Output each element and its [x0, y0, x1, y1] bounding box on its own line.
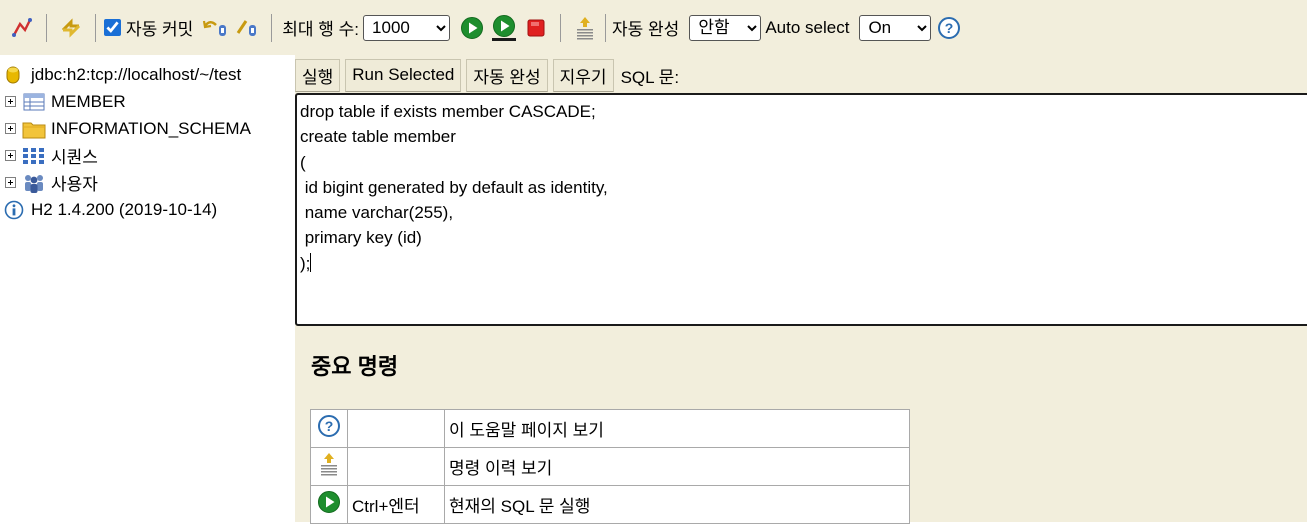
users-icon [22, 172, 46, 194]
text-caret [310, 252, 312, 272]
run-icon[interactable] [458, 13, 486, 43]
help-row-key [347, 409, 445, 448]
help-title: 중요 명령 [311, 354, 399, 379]
editor-line: name varchar(255), [300, 203, 454, 223]
tree-connection[interactable]: jdbc:h2:tcp://localhost/~/test [0, 61, 295, 88]
clear-button[interactable]: 지우기 [552, 58, 614, 92]
table-icon [22, 91, 46, 113]
toolbar: 자동 커밋 최대 행 수: 1000 자동 완성 안함 Auto select … [0, 0, 1307, 55]
help-row-key: Ctrl+엔터 [347, 485, 445, 524]
database-icon [4, 64, 22, 86]
tree-item-users[interactable]: 사용자 [0, 169, 295, 196]
commit-icon[interactable] [233, 13, 261, 43]
tree-item-label: INFORMATION_SCHEMA [51, 118, 251, 138]
autocomplete-select[interactable]: 안함 [689, 14, 762, 41]
autoselect-label: Auto select [765, 17, 850, 37]
sequence-icon [22, 145, 46, 167]
query-panel: 실행 Run Selected 자동 완성 지우기 SQL 문: drop ta… [295, 55, 1307, 524]
stop-icon[interactable] [522, 13, 550, 43]
query-button-row: 실행 Run Selected 자동 완성 지우기 SQL 문: [295, 57, 679, 93]
tree-item-member[interactable]: MEMBER [0, 88, 295, 115]
svg-text:?: ? [325, 418, 334, 434]
toolbar-separator [95, 13, 96, 42]
history-icon[interactable] [318, 451, 340, 477]
toolbar-separator [605, 13, 607, 42]
editor-line: ( [300, 152, 306, 172]
table-row: ? 이 도움말 페이지 보기 [310, 409, 910, 448]
toolbar-separator [46, 13, 47, 42]
help-row-desc: 이 도움말 페이지 보기 [444, 409, 910, 448]
editor-line: primary key (id) [300, 228, 422, 248]
autocommit-checkbox[interactable]: 자동 커밋 [104, 15, 193, 40]
editor-line: create table member [300, 127, 456, 147]
autocommit-label: 자동 커밋 [126, 20, 194, 39]
help-row-desc: 현재의 SQL 문 실행 [444, 485, 910, 524]
help-table: ? 이 도움말 페이지 보기 명령 이력 보기 Ctrl+엔터 현재의 SQL … [310, 409, 910, 524]
expand-icon[interactable] [5, 123, 16, 134]
expand-icon[interactable] [5, 177, 16, 188]
expand-icon[interactable] [5, 96, 16, 107]
sql-statement-label: SQL 문: [620, 67, 680, 87]
autocomplete-label: 자동 완성 [612, 20, 680, 39]
disconnect-icon[interactable] [8, 13, 36, 43]
table-row: Ctrl+엔터 현재의 SQL 문 실행 [310, 485, 910, 524]
editor-line: ); [300, 252, 312, 273]
svg-text:?: ? [945, 20, 954, 36]
tree-version: H2 1.4.200 (2019-10-14) [0, 196, 295, 223]
info-icon [4, 199, 24, 221]
refresh-icon[interactable] [57, 13, 85, 43]
editor-line: id bigint generated by default as identi… [300, 177, 608, 197]
run-button[interactable]: 실행 [295, 58, 341, 92]
max-rows-select[interactable]: 1000 [363, 14, 451, 41]
run-icon[interactable] [317, 490, 341, 514]
sql-editor[interactable]: drop table if exists member CASCADE; crea… [295, 93, 1307, 326]
help-icon[interactable]: ? [317, 414, 341, 438]
rollback-icon[interactable] [201, 13, 229, 43]
history-icon[interactable] [571, 13, 599, 43]
editor-line: drop table if exists member CASCADE; [300, 102, 596, 121]
tree-item-label: 사용자 [51, 175, 98, 194]
tree-item-label: 시퀀스 [51, 148, 98, 167]
help-row-icon-cell [310, 485, 348, 524]
autocomplete-button[interactable]: 자동 완성 [466, 58, 548, 92]
tree-item-information-schema[interactable]: INFORMATION_SCHEMA [0, 115, 295, 142]
run-selected-button[interactable]: Run Selected [345, 58, 462, 92]
help-row-key [347, 447, 445, 486]
max-rows-label: 최대 행 수: [282, 20, 360, 39]
run-selected-icon[interactable] [490, 13, 518, 43]
toolbar-separator [560, 13, 562, 42]
table-row: 명령 이력 보기 [310, 447, 910, 486]
help-row-icon-cell [310, 447, 348, 486]
folder-icon [22, 118, 46, 140]
object-tree: jdbc:h2:tcp://localhost/~/test MEMBER IN… [0, 55, 295, 522]
version-label: H2 1.4.200 (2019-10-14) [31, 199, 218, 219]
tree-item-label: MEMBER [51, 91, 126, 111]
help-row-icon-cell: ? [310, 409, 348, 448]
expand-icon[interactable] [5, 150, 16, 161]
connection-url: jdbc:h2:tcp://localhost/~/test [31, 64, 242, 84]
autoselect-select[interactable]: On [859, 14, 932, 41]
tree-item-sequences[interactable]: 시퀀스 [0, 142, 295, 169]
toolbar-separator [271, 13, 273, 42]
help-icon[interactable]: ? [935, 13, 963, 43]
autocommit-checkbox-input[interactable] [104, 19, 121, 36]
help-row-desc: 명령 이력 보기 [444, 447, 910, 486]
